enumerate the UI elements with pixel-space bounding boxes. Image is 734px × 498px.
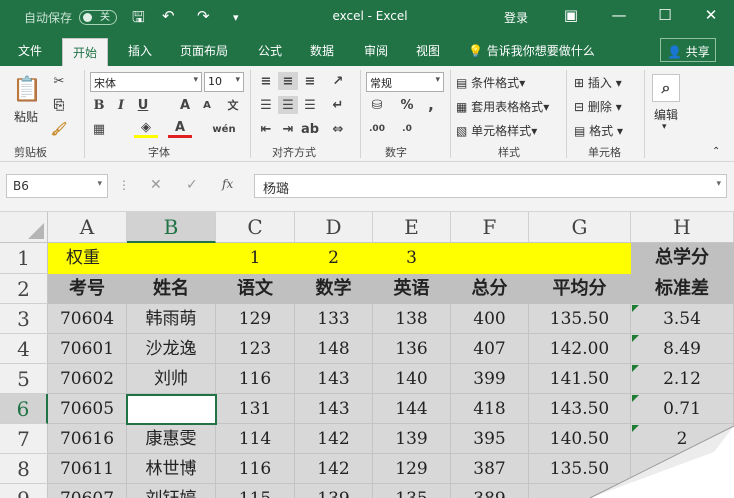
- comma-icon[interactable]: ,: [420, 96, 442, 114]
- divider: [360, 70, 361, 158]
- minimize-icon[interactable]: —: [604, 6, 634, 24]
- spreadsheet-grid: ABCDEFGH 123456789 权重123总学分考号姓名语文数学英语总分平…: [0, 212, 734, 498]
- tab-file[interactable]: 文件: [18, 42, 42, 59]
- table-format-icon: ▦: [456, 100, 468, 114]
- align-left-icon[interactable]: ☰: [256, 96, 276, 114]
- cells-group-label: 单元格: [588, 146, 621, 159]
- align-top-icon[interactable]: ≡: [256, 72, 276, 90]
- formula-input[interactable]: 杨璐 ▾: [254, 174, 727, 198]
- tell-me-search[interactable]: 💡 告诉我你想要做什么: [468, 42, 595, 59]
- divider: [250, 70, 251, 158]
- wen-icon[interactable]: wén: [212, 120, 236, 138]
- insert-function-icon[interactable]: fx: [222, 177, 233, 191]
- align-middle-icon[interactable]: ≡: [278, 72, 298, 90]
- divider: [566, 70, 567, 158]
- insert-cells-icon: ⊞: [574, 76, 585, 90]
- undo-icon[interactable]: ↶: [162, 7, 175, 25]
- find-icon[interactable]: ⌕: [652, 74, 680, 102]
- align-right-icon[interactable]: ☰: [300, 96, 320, 114]
- autosave-label: 自动保存: [24, 11, 73, 25]
- number-format-select[interactable]: 常规 ▾: [366, 72, 444, 92]
- editing-dropdown-icon[interactable]: ▾: [662, 122, 667, 132]
- styles-group-label: 样式: [498, 146, 520, 159]
- fill-color-icon[interactable]: ◈: [134, 120, 158, 138]
- currency-icon[interactable]: ⛁: [366, 96, 388, 114]
- decrease-indent-icon[interactable]: ⇤: [256, 120, 276, 138]
- cell-style-button[interactable]: ▧ 单元格样式▾: [456, 122, 537, 139]
- bold-icon[interactable]: B: [90, 96, 108, 114]
- redo-icon[interactable]: ↷: [197, 7, 210, 25]
- copy-icon[interactable]: ⎘: [50, 96, 68, 114]
- window-title: excel - Excel: [332, 9, 408, 23]
- orientation-icon[interactable]: ab: [300, 120, 320, 138]
- delete-cells-icon: ⊟: [574, 100, 585, 114]
- name-box[interactable]: B6 ▾: [6, 174, 108, 198]
- format-cells-icon: ▤: [574, 124, 586, 138]
- cancel-entry-icon[interactable]: ✕: [150, 177, 162, 193]
- tab-view[interactable]: 视图: [416, 42, 440, 59]
- increase-decimal-icon[interactable]: .00: [366, 120, 388, 138]
- share-button[interactable]: 👤 共享: [660, 38, 716, 62]
- page-curl-overlay: [589, 425, 734, 498]
- merge-center-icon[interactable]: ⇔: [328, 120, 348, 138]
- text-orientation-icon[interactable]: ↗: [328, 72, 348, 90]
- divider: [450, 70, 451, 158]
- autosave-toggle[interactable]: 关: [79, 10, 117, 25]
- cut-icon[interactable]: ✂: [50, 72, 68, 90]
- delete-cells-button[interactable]: ⊟ 删除 ▾: [574, 98, 622, 115]
- clipboard-group-label: 剪贴板: [14, 146, 47, 159]
- login-button[interactable]: 登录: [504, 9, 528, 26]
- font-color-icon[interactable]: A: [168, 120, 192, 138]
- person-icon: 👤: [667, 45, 682, 59]
- tab-review[interactable]: 审阅: [364, 42, 388, 59]
- table-format-button[interactable]: ▦ 套用表格格式▾: [456, 98, 549, 115]
- wrap-text-icon[interactable]: ↵: [328, 96, 348, 114]
- tab-home[interactable]: 开始: [62, 38, 109, 66]
- number-group-label: 数字: [385, 146, 407, 159]
- formula-bar: B6 ▾ ⋮ ✕ ✓ fx 杨璐 ▾: [0, 162, 734, 212]
- cell-style-icon: ▧: [456, 124, 468, 138]
- tab-insert[interactable]: 插入: [128, 42, 152, 59]
- italic-icon[interactable]: I: [112, 96, 130, 114]
- paste-icon[interactable]: 📋: [12, 72, 42, 106]
- grip-icon: ⋮: [118, 178, 130, 192]
- tab-formulas[interactable]: 公式: [258, 42, 282, 59]
- tab-data[interactable]: 数据: [310, 42, 334, 59]
- format-painter-icon[interactable]: 🖌: [50, 120, 68, 138]
- underline-icon[interactable]: U: [134, 96, 152, 114]
- format-cells-button[interactable]: ▤ 格式 ▾: [574, 122, 623, 139]
- font-name-select[interactable]: 宋体 ▾: [90, 72, 202, 92]
- percent-icon[interactable]: %: [396, 96, 418, 114]
- decrease-font-icon[interactable]: A: [198, 96, 216, 114]
- phonetic-icon[interactable]: 文: [224, 96, 242, 114]
- confirm-entry-icon[interactable]: ✓: [186, 177, 198, 193]
- increase-indent-icon[interactable]: ⇥: [278, 120, 298, 138]
- title-bar: 自动保存 关 🖫 ↶ ↷ ▾ excel - Excel 登录 ▣ — ☐ ✕: [0, 0, 734, 34]
- insert-cells-button[interactable]: ⊞ 插入 ▾: [574, 74, 622, 91]
- customize-qat-icon[interactable]: ▾: [233, 11, 239, 24]
- font-group-label: 字体: [148, 146, 170, 159]
- paste-button[interactable]: 粘贴: [14, 108, 38, 125]
- tab-page-layout[interactable]: 页面布局: [180, 42, 228, 59]
- ribbon-display-icon[interactable]: ▣: [556, 6, 586, 24]
- font-size-select[interactable]: 10 ▾: [204, 72, 244, 92]
- collapse-ribbon-icon[interactable]: ⌃: [712, 146, 720, 157]
- conditional-format-icon: ▤: [456, 76, 468, 90]
- align-center-icon[interactable]: ☰: [278, 96, 298, 114]
- increase-font-icon[interactable]: A: [176, 96, 194, 114]
- border-icon[interactable]: ▦: [90, 120, 108, 138]
- lightbulb-icon: 💡: [468, 44, 483, 58]
- alignment-group-label: 对齐方式: [272, 146, 316, 159]
- editing-button[interactable]: 编辑: [654, 106, 678, 123]
- save-icon[interactable]: 🖫: [132, 7, 145, 32]
- ribbon: 📋 粘贴 ✂ ⎘ 🖌 剪贴板 宋体 ▾ 10 ▾ B I U A A 文 ▦ ◈ A…: [0, 66, 734, 162]
- divider: [644, 70, 645, 158]
- align-bottom-icon[interactable]: ≡: [300, 72, 320, 90]
- maximize-icon[interactable]: ☐: [650, 6, 680, 24]
- decrease-decimal-icon[interactable]: .0: [396, 120, 418, 138]
- close-icon[interactable]: ✕: [696, 6, 726, 24]
- conditional-format-button[interactable]: ▤ 条件格式▾: [456, 74, 525, 91]
- divider: [84, 70, 85, 158]
- ribbon-tabs: 文件 开始 插入 页面布局 公式 数据 审阅 视图 💡 告诉我你想要做什么 👤 …: [0, 34, 734, 66]
